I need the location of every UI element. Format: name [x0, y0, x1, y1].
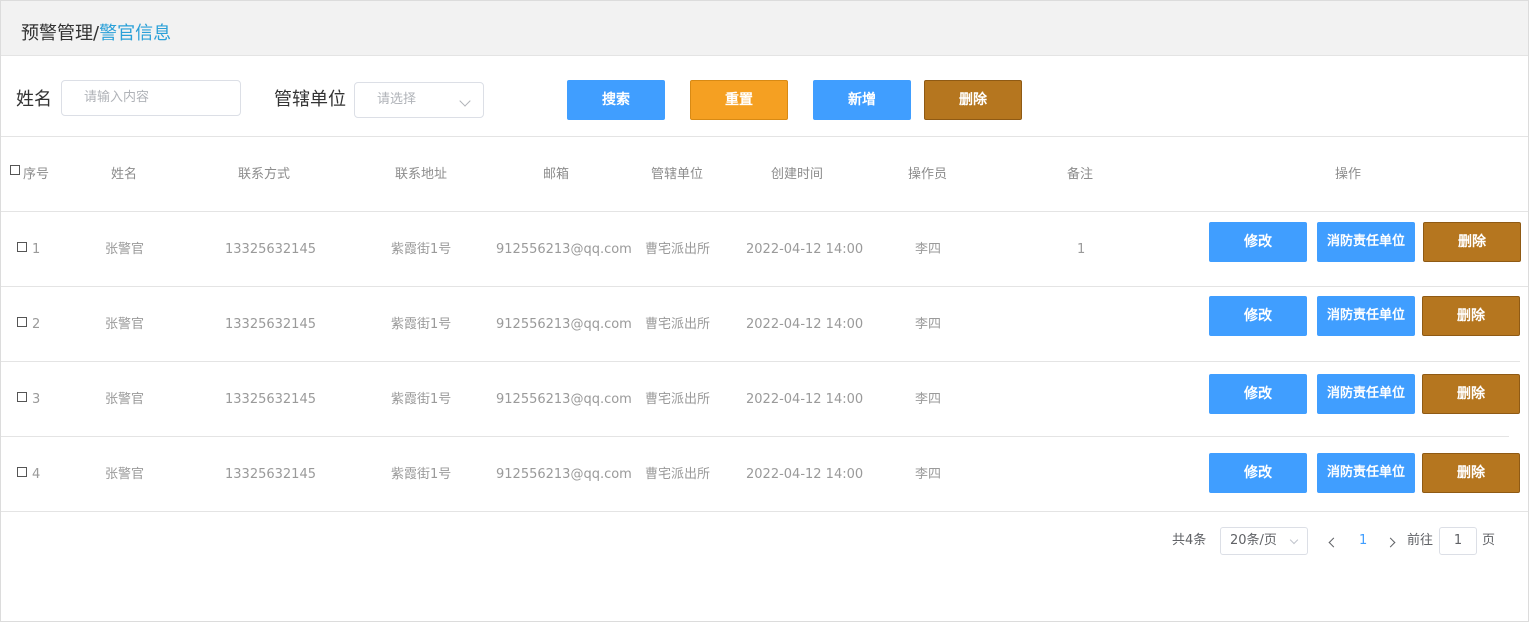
goto-prefix: 前往: [1407, 533, 1434, 548]
cell-email: 912556213@qq.com: [496, 392, 632, 407]
row-index: 1: [32, 242, 41, 257]
table-header: 序号 姓名 联系方式 联系地址 邮箱 管辖单位 创建时间 操作员 备注 操作: [1, 138, 1528, 212]
row-index-cell: 3: [17, 391, 40, 409]
cell-address: 紫霞街1号: [391, 317, 452, 332]
row-checkbox[interactable]: [17, 242, 27, 252]
cell-phone: 13325632145: [225, 392, 316, 407]
fire-unit-button[interactable]: 消防责任单位: [1317, 453, 1415, 493]
table-row: 3 张警官 13325632145 紫霞街1号 912556213@qq.com…: [1, 362, 1528, 437]
pagination-total: 共4条: [1172, 533, 1207, 548]
name-search-input[interactable]: 请输入内容: [61, 80, 241, 116]
row-delete-button[interactable]: 删除: [1423, 222, 1521, 262]
column-header-unit: 管辖单位: [651, 167, 704, 182]
fire-unit-button[interactable]: 消防责任单位: [1317, 296, 1415, 336]
table-row: 4 张警官 13325632145 紫霞街1号 912556213@qq.com…: [1, 437, 1528, 512]
cell-phone: 13325632145: [225, 317, 316, 332]
table-row: 1 张警官 13325632145 紫霞街1号 912556213@qq.com…: [1, 212, 1528, 287]
row-index-cell: 4: [17, 466, 40, 484]
goto-suffix: 页: [1482, 533, 1496, 548]
column-header-phone: 联系方式: [238, 167, 291, 182]
row-delete-button[interactable]: 删除: [1422, 296, 1520, 336]
cell-phone: 13325632145: [225, 467, 316, 482]
filter-bar: 姓名 请输入内容 管辖单位 请选择 搜索 重置 新增 删除: [1, 56, 1528, 137]
row-index: 3: [32, 392, 41, 407]
cell-operator: 李四: [915, 392, 942, 407]
column-header-address: 联系地址: [395, 167, 448, 182]
unit-select[interactable]: 请选择: [354, 82, 484, 118]
search-button[interactable]: 搜索: [567, 80, 665, 120]
row-checkbox[interactable]: [17, 467, 27, 477]
goto-page-value: 1: [1453, 533, 1463, 548]
cell-unit: 曹宅派出所: [645, 392, 711, 407]
edit-button[interactable]: 修改: [1209, 222, 1307, 262]
column-header-email: 邮箱: [543, 167, 570, 182]
row-index: 4: [32, 467, 41, 482]
cell-unit: 曹宅派出所: [645, 317, 711, 332]
fire-unit-button[interactable]: 消防责任单位: [1317, 374, 1415, 414]
name-search-placeholder: 请输入内容: [84, 90, 150, 105]
next-page-icon[interactable]: [1385, 537, 1396, 548]
cell-address: 紫霞街1号: [391, 242, 452, 257]
chevron-down-icon: [459, 95, 471, 107]
table-row: 2 张警官 13325632145 紫霞街1号 912556213@qq.com…: [1, 287, 1528, 362]
cell-email: 912556213@qq.com: [496, 317, 632, 332]
row-delete-button[interactable]: 删除: [1422, 374, 1520, 414]
cell-operator: 李四: [915, 317, 942, 332]
row-divider: [1, 511, 1528, 512]
column-header-remark: 备注: [1067, 167, 1094, 182]
cell-remark: 1: [1077, 242, 1086, 257]
cell-address: 紫霞街1号: [391, 392, 452, 407]
cell-operator: 李四: [915, 242, 942, 257]
breadcrumb: 预警管理/警官信息: [21, 22, 171, 46]
unit-filter-label: 管辖单位: [274, 89, 346, 110]
cell-created: 2022-04-12 14:00: [746, 317, 864, 332]
cell-name: 张警官: [105, 467, 145, 482]
row-checkbox[interactable]: [17, 317, 27, 327]
row-index: 2: [32, 317, 41, 332]
unit-select-placeholder: 请选择: [377, 92, 417, 107]
chevron-down-icon: [1289, 535, 1299, 545]
name-filter-label: 姓名: [16, 89, 52, 110]
edit-button[interactable]: 修改: [1209, 296, 1307, 336]
breadcrumb-root[interactable]: 预警管理: [21, 23, 93, 44]
row-index-cell: 2: [17, 316, 40, 334]
cell-phone: 13325632145: [225, 242, 316, 257]
cell-created: 2022-04-12 14:00: [746, 392, 864, 407]
cell-address: 紫霞街1号: [391, 467, 452, 482]
cell-operator: 李四: [915, 467, 942, 482]
cell-name: 张警官: [105, 392, 145, 407]
column-header-name: 姓名: [111, 167, 138, 182]
page-frame: 预警管理/警官信息 姓名 请输入内容 管辖单位 请选择 搜索 重置 新增 删除 …: [0, 0, 1529, 622]
cell-created: 2022-04-12 14:00: [746, 242, 864, 257]
current-page-number[interactable]: 1: [1359, 527, 1367, 555]
row-delete-button[interactable]: 删除: [1422, 453, 1520, 493]
column-header-actions: 操作: [1335, 167, 1362, 182]
column-header-created: 创建时间: [771, 167, 824, 182]
add-button[interactable]: 新增: [813, 80, 911, 120]
cell-email: 912556213@qq.com: [496, 467, 632, 482]
edit-button[interactable]: 修改: [1209, 453, 1307, 493]
column-header-operator: 操作员: [908, 167, 948, 182]
cell-name: 张警官: [105, 317, 145, 332]
row-index-cell: 1: [17, 241, 40, 259]
cell-email: 912556213@qq.com: [496, 242, 632, 257]
row-checkbox[interactable]: [17, 392, 27, 402]
goto-page-input[interactable]: 1: [1439, 527, 1477, 555]
header-bar: 预警管理/警官信息: [1, 1, 1528, 56]
cell-unit: 曹宅派出所: [645, 467, 711, 482]
delete-button[interactable]: 删除: [924, 80, 1022, 120]
column-header-index: 序号: [23, 167, 50, 182]
cell-created: 2022-04-12 14:00: [746, 467, 864, 482]
fire-unit-button[interactable]: 消防责任单位: [1317, 222, 1415, 262]
page-size-value: 20条/页: [1230, 533, 1277, 548]
prev-page-icon[interactable]: [1328, 537, 1339, 548]
breadcrumb-current[interactable]: 警官信息: [99, 23, 171, 44]
select-all-checkbox[interactable]: [10, 165, 20, 183]
reset-button[interactable]: 重置: [690, 80, 788, 120]
cell-unit: 曹宅派出所: [645, 242, 711, 257]
page-size-select[interactable]: 20条/页: [1220, 527, 1308, 555]
cell-name: 张警官: [105, 242, 145, 257]
edit-button[interactable]: 修改: [1209, 374, 1307, 414]
